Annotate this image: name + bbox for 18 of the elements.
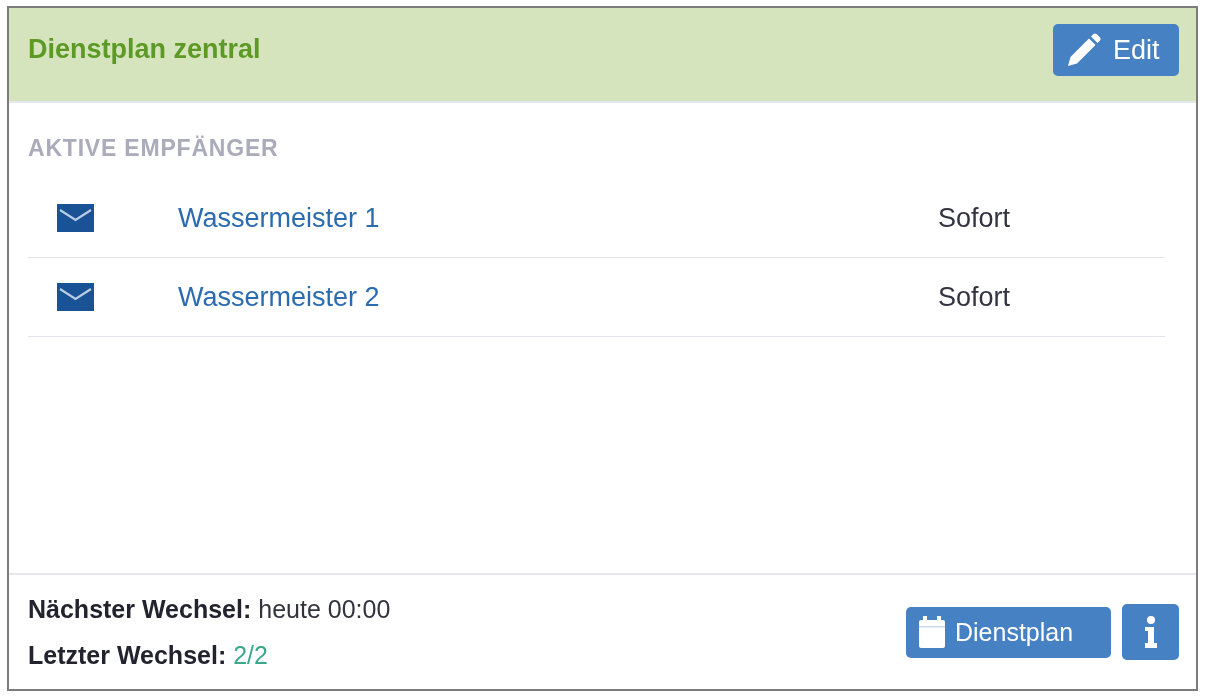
envelope-icon: [57, 283, 94, 311]
delivery-timing: Sofort: [938, 281, 1011, 313]
info-value: heute 00:00: [258, 594, 391, 625]
pencil-icon: [1067, 33, 1101, 67]
info-label: Letzter Wechsel:: [28, 640, 227, 671]
edit-button[interactable]: Edit: [1053, 24, 1179, 76]
panel-title: Dienstplan zentral: [28, 33, 261, 66]
delivery-timing: Sofort: [938, 202, 1011, 234]
section-heading: AKTIVE EMPFÄNGER: [28, 134, 279, 163]
info-button[interactable]: [1122, 604, 1179, 660]
shift-count-link[interactable]: 2/2: [233, 632, 268, 678]
schedule-button[interactable]: Dienstplan: [906, 606, 1111, 658]
recipient-link[interactable]: Wassermeister 2: [178, 281, 380, 313]
info-icon: [1143, 616, 1158, 648]
envelope-icon: [57, 204, 94, 232]
recipient-link[interactable]: Wassermeister 1: [178, 202, 380, 234]
info-label: Nächster Wechsel:: [28, 594, 252, 625]
calendar-icon: [919, 616, 945, 648]
